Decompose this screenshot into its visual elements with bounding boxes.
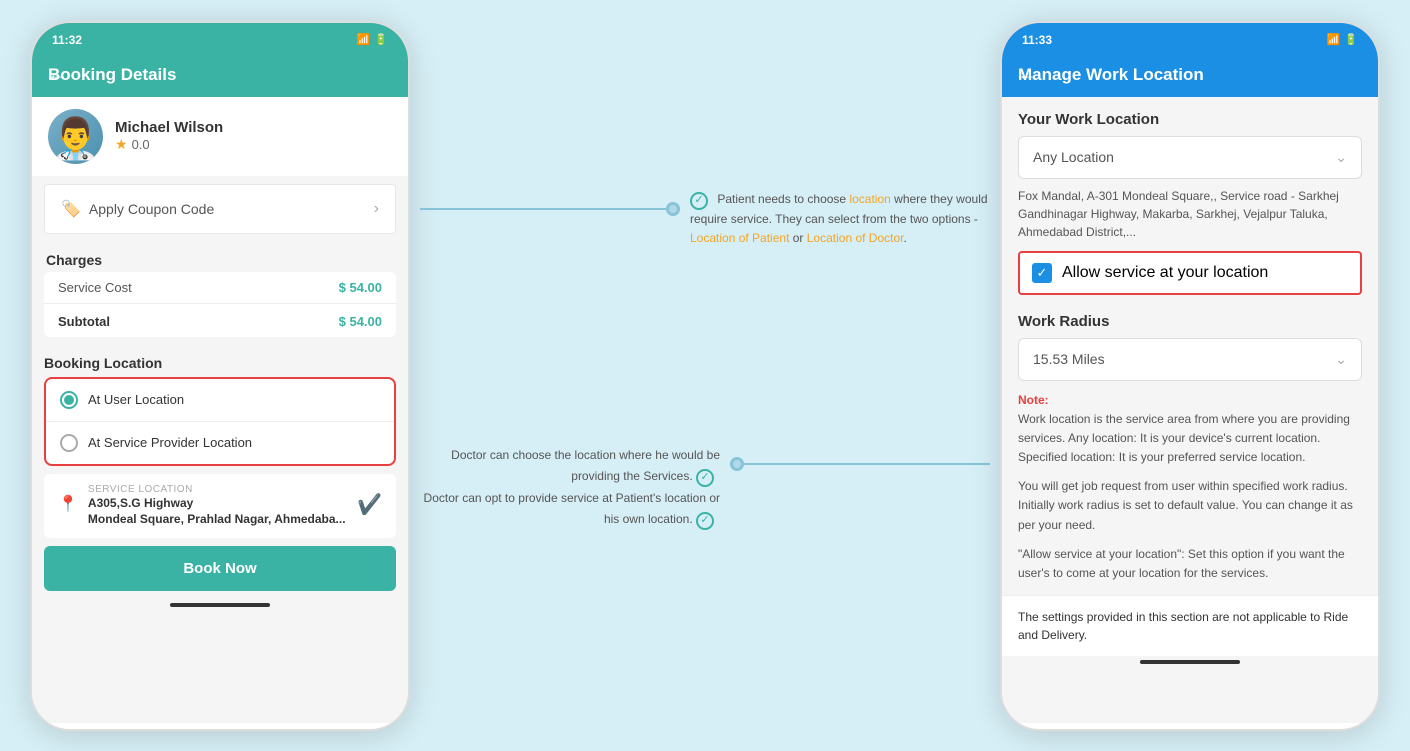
service-cost-label: Service Cost: [58, 280, 132, 295]
right-phone-content: Your Work Location Any Location ⌄ Fox Ma…: [1002, 97, 1378, 723]
right-status-icons: 📶 🔋: [1327, 33, 1358, 46]
charges-container: Charges Service Cost $ 54.00 Subtotal $ …: [32, 242, 408, 337]
annotation-bottom-line1: Doctor can choose the location where he …: [420, 445, 720, 488]
coupon-chevron: ›: [374, 200, 379, 218]
service-location-info: SERVICE LOCATION A305,S.G Highway Mondea…: [88, 484, 346, 529]
connector-line-top-left: [420, 208, 666, 210]
option-provider-location[interactable]: At Service Provider Location: [46, 421, 394, 464]
right-wifi-icon: 📶: [1327, 33, 1341, 46]
location-pin-icon: 📍: [58, 494, 78, 514]
dropdown-chevron: ⌄: [1335, 149, 1347, 166]
right-status-bar: 11:33 📶 🔋: [1002, 23, 1378, 53]
subtotal-value: $ 54.00: [339, 314, 382, 329]
connector-dot-bottom: [730, 457, 744, 471]
right-app-header: ← Manage Work Location: [1002, 53, 1378, 97]
rating-row: ★ 0.0: [115, 136, 223, 153]
option-user-location[interactable]: At User Location: [46, 379, 394, 421]
top-annotation-text: ✓ Patient needs to choose location where…: [690, 190, 990, 248]
connector-line-bottom-right: [744, 463, 990, 465]
bottom-annotation-text: Doctor can choose the location where he …: [420, 445, 720, 531]
left-phone: 11:32 📶 🔋 ← Booking Details 👨‍⚕️ Michael…: [30, 21, 410, 731]
book-now-button[interactable]: Book Now: [44, 546, 396, 591]
service-location-address1: A305,S.G Highway: [88, 495, 346, 512]
left-back-arrow[interactable]: ←: [48, 64, 66, 85]
check-circle-bottom2: ✓: [696, 512, 714, 530]
service-cost-value: $ 54.00: [339, 280, 382, 295]
radius-value: 15.53 Miles: [1033, 351, 1105, 367]
charges-card: Service Cost $ 54.00 Subtotal $ 54.00: [44, 272, 396, 337]
top-annotation: ✓ Patient needs to choose location where…: [420, 190, 990, 248]
left-notch: [179, 31, 259, 49]
profile-info: Michael Wilson ★ 0.0: [115, 119, 223, 153]
right-time: 11:33: [1022, 33, 1052, 47]
subtotal-row: Subtotal $ 54.00: [44, 303, 396, 337]
check-circle-bottom1: ✓: [696, 469, 714, 487]
booking-location-title: Booking Location: [32, 345, 408, 377]
dropdown-value: Any Location: [1033, 149, 1114, 165]
radio-user-location[interactable]: [60, 391, 78, 409]
home-indicator: [170, 603, 270, 607]
coupon-label: Apply Coupon Code: [89, 201, 214, 217]
note-line3: "Allow service at your location": Set th…: [1018, 545, 1362, 583]
provider-location-label: At Service Provider Location: [88, 435, 252, 450]
service-location-section: 📍 SERVICE LOCATION A305,S.G Highway Mond…: [44, 474, 396, 539]
footer-note: The settings provided in this section ar…: [1002, 595, 1378, 656]
left-app-header: ← Booking Details: [32, 53, 408, 97]
battery-icon: 🔋: [374, 33, 388, 46]
avatar: 👨‍⚕️: [48, 109, 103, 164]
right-phone: 11:33 📶 🔋 ← Manage Work Location Your Wo…: [1000, 21, 1380, 731]
work-location-title: Your Work Location: [1002, 97, 1378, 136]
right-battery-icon: 🔋: [1344, 33, 1358, 46]
work-radius-title: Work Radius: [1002, 305, 1378, 338]
service-location-label: SERVICE LOCATION: [88, 484, 346, 495]
radio-provider-location[interactable]: [60, 434, 78, 452]
check-circle-top: ✓: [690, 192, 708, 210]
coupon-icon: 🏷️: [61, 199, 81, 219]
location-dropdown[interactable]: Any Location ⌄: [1018, 136, 1362, 179]
left-time: 11:32: [52, 33, 82, 47]
right-notch: [1149, 31, 1229, 49]
service-location-address2: Mondeal Square, Prahlad Nagar, Ahmedaba.…: [88, 511, 346, 528]
coupon-left: 🏷️ Apply Coupon Code: [61, 199, 214, 219]
middle-annotation-area: ✓ Patient needs to choose location where…: [410, 20, 1000, 731]
left-status-bar: 11:32 📶 🔋: [32, 23, 408, 53]
profile-section: 👨‍⚕️ Michael Wilson ★ 0.0: [32, 97, 408, 176]
rating-value: 0.0: [132, 137, 150, 152]
right-header-title: Manage Work Location: [1018, 65, 1204, 85]
connector-dot-top: [666, 202, 680, 216]
allow-checkbox-row[interactable]: ✓ Allow service at your location: [1018, 251, 1362, 295]
wifi-icon: 📶: [357, 33, 371, 46]
left-header-title: Booking Details: [48, 65, 176, 85]
note-title: Note:: [1018, 391, 1362, 410]
coupon-section[interactable]: 🏷️ Apply Coupon Code ›: [44, 184, 396, 234]
bottom-annotation: Doctor can choose the location where he …: [420, 445, 990, 531]
left-status-icons: 📶 🔋: [357, 33, 388, 46]
service-cost-row: Service Cost $ 54.00: [44, 272, 396, 303]
radius-dropdown[interactable]: 15.53 Miles ⌄: [1018, 338, 1362, 381]
note-section: Note: Work location is the service area …: [1018, 391, 1362, 584]
left-phone-content: 👨‍⚕️ Michael Wilson ★ 0.0 🏷️ Apply Coupo…: [32, 97, 408, 723]
note-line2: You will get job request from user withi…: [1018, 477, 1362, 535]
subtotal-label: Subtotal: [58, 314, 110, 329]
doctor-name: Michael Wilson: [115, 119, 223, 136]
location-options: At User Location At Service Provider Loc…: [44, 377, 396, 466]
work-location-address: Fox Mandal, A-301 Mondeal Square,, Servi…: [1018, 187, 1362, 241]
right-home-indicator: [1140, 660, 1240, 664]
right-back-arrow[interactable]: ←: [1018, 64, 1036, 85]
note-line1: Work location is the service area from w…: [1018, 410, 1362, 468]
allow-checkbox[interactable]: ✓: [1032, 263, 1052, 283]
user-location-label: At User Location: [88, 392, 184, 407]
star-icon: ★: [115, 136, 128, 153]
annotation-bottom-line2: Doctor can opt to provide service at Pat…: [420, 488, 720, 531]
annotation-top-line1: Patient needs to choose location where t…: [690, 192, 988, 245]
allow-label: Allow service at your location: [1062, 264, 1268, 282]
avatar-image: 👨‍⚕️: [48, 109, 103, 164]
charges-title: Charges: [32, 242, 408, 272]
location-check-icon: ✔️: [357, 492, 382, 517]
radius-chevron: ⌄: [1335, 351, 1347, 368]
